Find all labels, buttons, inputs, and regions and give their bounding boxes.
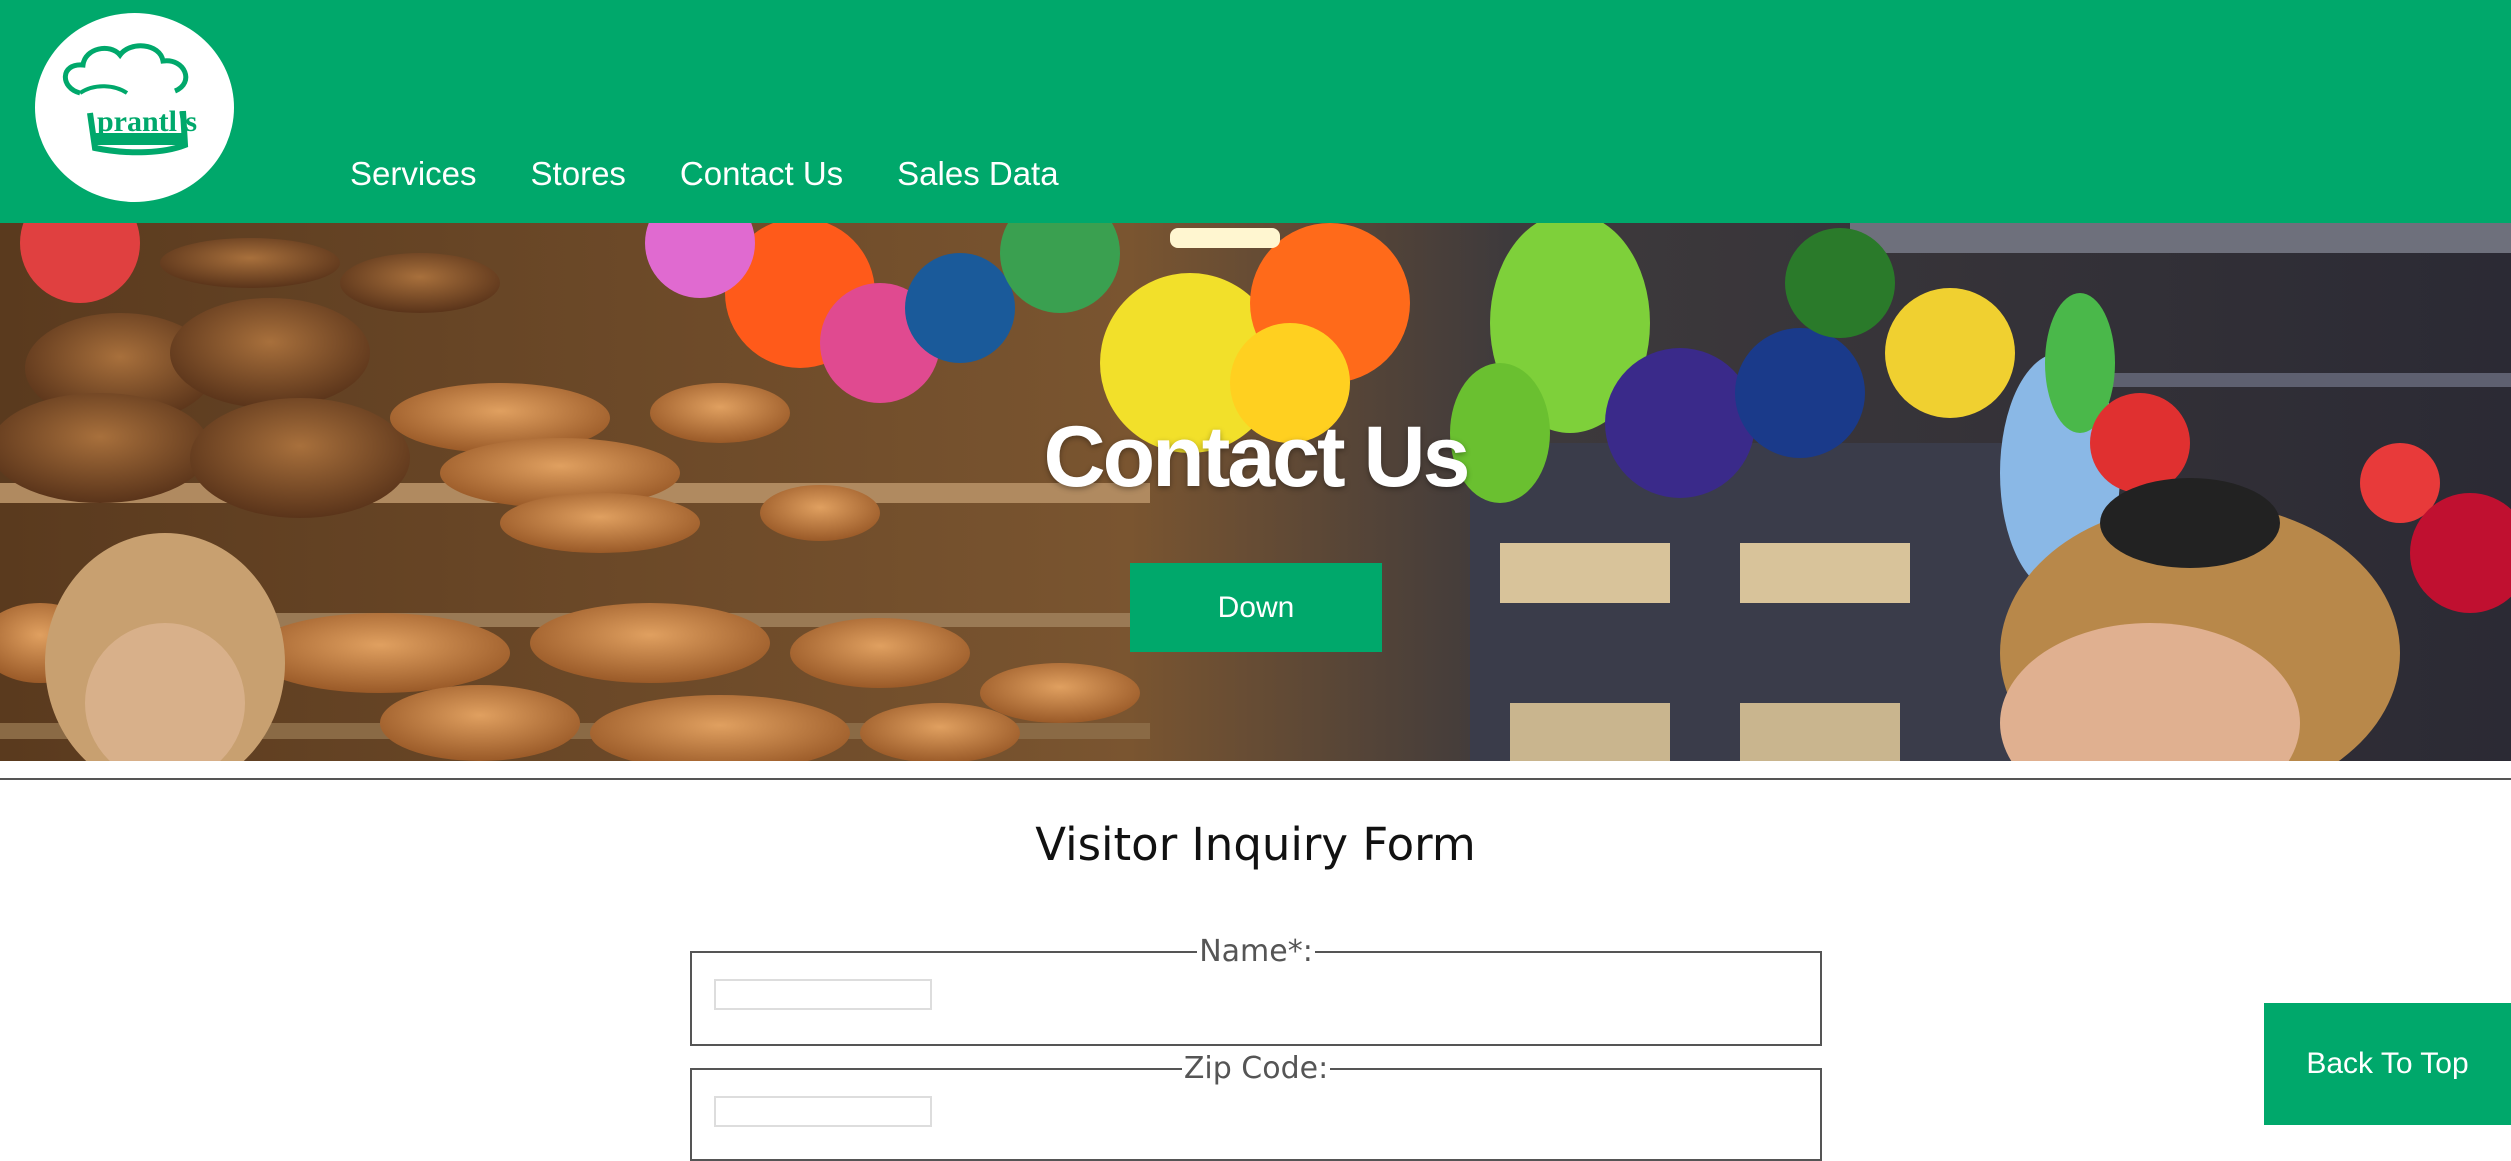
bakery-logo[interactable]: prantl's bakery [35,13,234,202]
name-fieldset: Name*: [690,934,1822,1046]
down-button[interactable]: Down [1130,563,1382,652]
nav-sales-data[interactable]: Sales Data [897,155,1058,193]
zip-code-fieldset: Zip Code: [690,1051,1822,1161]
name-legend: Name*: [1199,934,1313,969]
zip-code-input[interactable] [714,1096,932,1127]
nav-stores[interactable]: Stores [531,155,626,193]
form-title: Visitor Inquiry Form [1035,818,1476,871]
main-nav: Services Stores Contact Us Sales Data [350,155,1059,193]
section-divider [0,778,2511,780]
zip-code-legend: Zip Code: [1183,1051,1329,1086]
logo-subtext: bakery [163,137,188,147]
chef-hat-logo-icon: prantl's bakery [62,43,197,156]
name-input[interactable] [714,979,932,1010]
nav-contact-us[interactable]: Contact Us [680,155,843,193]
logo-text: prantl's [97,105,197,138]
site-header: prantl's bakery Services Stores Contact … [0,0,2511,223]
hero-title: Contact Us [1043,409,1471,505]
nav-services[interactable]: Services [350,155,477,193]
hero-banner: Contact Us Down [0,223,2511,761]
back-to-top-button[interactable]: Back To Top [2264,1003,2511,1125]
